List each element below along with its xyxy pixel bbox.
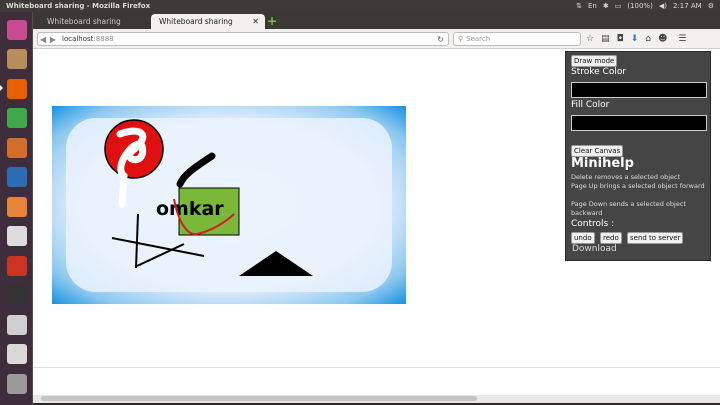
whiteboard-canvas[interactable]: omkar — [52, 106, 406, 304]
system-tray: ⇅ En ✱ ▭ (100%) ◀) 2:17 AM ⚙ — [576, 0, 714, 12]
url-port: :8888 — [93, 35, 114, 43]
search-input[interactable]: ⚲ Search — [453, 32, 581, 46]
libreoffice-impress-icon — [6, 137, 27, 158]
launcher-item[interactable] — [3, 134, 30, 161]
bookmark-star-icon[interactable]: ☆ — [586, 34, 594, 44]
launcher-item[interactable] — [3, 16, 30, 43]
page-divider — [33, 367, 720, 368]
search-icon: ⚲ — [458, 35, 464, 43]
help-line-page-down: Page Down sends a selected object backwa… — [571, 200, 686, 217]
tab-whiteboard-1[interactable]: Whiteboard sharing — [39, 14, 151, 29]
back-icon[interactable]: ◀ — [38, 35, 48, 44]
stroke-color-input[interactable] — [571, 82, 707, 98]
fill-color-label: Fill Color — [571, 100, 610, 110]
top-panel: Whiteboard sharing - Mozilla Firefox ⇅ E… — [0, 0, 720, 12]
menu-icon[interactable]: ☰ — [678, 34, 686, 44]
url-host: localhost — [62, 35, 94, 43]
search-placeholder: Search — [466, 35, 491, 43]
tab-label: Whiteboard sharing — [159, 17, 233, 26]
launcher-item[interactable] — [3, 370, 30, 397]
files-icon — [6, 49, 27, 69]
battery-icon[interactable]: ▭ — [615, 2, 622, 10]
launcher-item[interactable] — [3, 46, 30, 73]
drive-icon — [6, 314, 27, 335]
launcher-item[interactable] — [3, 252, 30, 279]
amazon-icon — [6, 226, 27, 246]
network-icon[interactable]: ⇅ — [576, 2, 582, 10]
tab-whiteboard-2[interactable]: Whiteboard sharing ✕ — [151, 14, 265, 29]
send-to-server-button[interactable]: send to server — [627, 232, 684, 244]
launcher — [0, 12, 33, 405]
forward-icon[interactable]: ▶ — [48, 35, 58, 44]
keyboard-layout-icon[interactable]: En — [588, 2, 597, 10]
ubuntu-dash-icon — [6, 19, 27, 40]
launcher-item[interactable] — [3, 311, 30, 338]
horizontal-scrollbar[interactable] — [33, 395, 720, 403]
drive-2-icon — [6, 344, 27, 364]
download-link[interactable]: Download — [572, 244, 617, 254]
firefox-icon — [6, 78, 27, 99]
help-line-delete: Delete removes a selected object — [571, 173, 681, 181]
launcher-item[interactable] — [3, 193, 30, 220]
fill-color-input[interactable] — [571, 115, 707, 131]
tab-bar: Whiteboard sharing Whiteboard sharing ✕ … — [33, 12, 720, 29]
bluetooth-icon[interactable]: ✱ — [603, 2, 609, 10]
controls-label: Controls : — [571, 219, 615, 229]
launcher-item[interactable] — [3, 223, 30, 250]
sync-icon[interactable]: ☻ — [658, 34, 667, 44]
toolbar-icons: ☆ ▤ ◘ ⬇ ⌂ ☻ ☰ — [586, 32, 686, 46]
launcher-item[interactable] — [3, 164, 30, 191]
close-icon[interactable]: ✕ — [252, 17, 259, 26]
clock[interactable]: 2:17 AM — [673, 2, 702, 10]
tab-label: Whiteboard sharing — [47, 17, 121, 26]
home-icon[interactable]: ⌂ — [645, 34, 651, 44]
navigation-bar: ◀ ▶ localhost:8888 ↻ ⚲ Search ☆ ▤ ◘ ⬇ ⌂ … — [33, 29, 720, 49]
running-indicator-icon — [0, 85, 3, 91]
battery-percentage: (100%) — [627, 2, 653, 10]
url-text: localhost:8888 — [62, 35, 114, 43]
redo-button[interactable]: redo — [600, 232, 622, 244]
bookmarks-menu-icon[interactable]: ▤ — [601, 34, 610, 44]
libreoffice-writer-icon — [6, 167, 27, 187]
web-page: omkar Draw mode Stroke Color Fill Color … — [33, 49, 720, 403]
canvas-text: omkar — [156, 198, 224, 220]
pocket-icon[interactable]: ◘ — [617, 34, 624, 44]
undo-button[interactable]: undo — [571, 232, 595, 244]
minihelp-title: Minihelp — [571, 156, 634, 171]
system-settings-icon — [6, 255, 27, 276]
power-gear-icon[interactable]: ⚙ — [708, 2, 714, 10]
launcher-item[interactable] — [3, 75, 30, 102]
volume-icon[interactable]: ◀) — [659, 2, 667, 10]
launcher-item[interactable] — [3, 282, 30, 309]
terminal-icon — [6, 285, 27, 305]
software-center-icon — [6, 196, 27, 217]
url-bar[interactable]: ◀ ▶ localhost:8888 ↻ — [37, 32, 449, 46]
stroke-color-label: Stroke Color — [571, 67, 627, 77]
tool-panel: Draw mode Stroke Color Fill Color Clear … — [565, 51, 711, 261]
downloads-icon[interactable]: ⬇ — [631, 34, 639, 44]
help-line-page-up: Page Up brings a selected object forward — [571, 182, 705, 190]
trash-icon — [6, 373, 27, 394]
window-title: Whiteboard sharing - Mozilla Firefox — [6, 2, 151, 10]
reload-icon[interactable]: ↻ — [437, 35, 444, 44]
scrollbar-thumb[interactable] — [41, 396, 477, 401]
launcher-item[interactable] — [3, 105, 30, 132]
draw-mode-button[interactable]: Draw mode — [571, 55, 618, 67]
launcher-item[interactable] — [3, 341, 30, 368]
libreoffice-calc-icon — [6, 108, 27, 128]
new-tab-plus-icon[interactable]: + — [267, 15, 279, 27]
